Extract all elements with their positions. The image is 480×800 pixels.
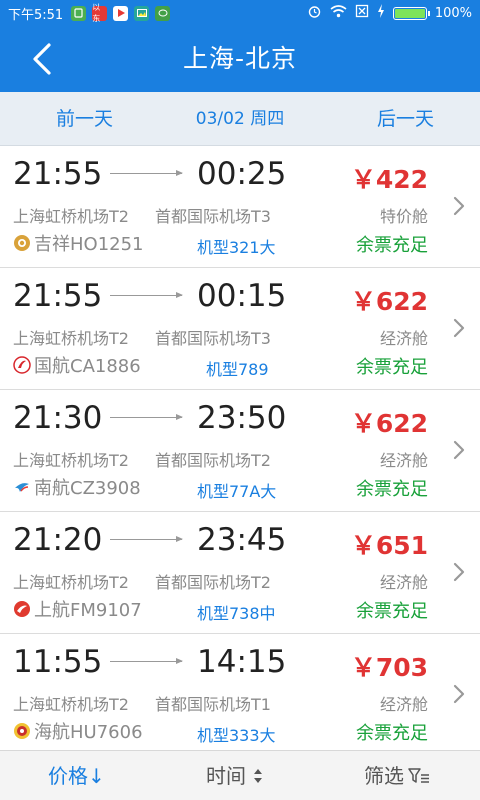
seat-availability: 余票充足 [356, 235, 428, 256]
filter-button[interactable]: 筛选 [364, 751, 430, 800]
charging-icon [377, 4, 385, 22]
page-title: 上海-北京 [182, 44, 298, 73]
seat-availability: 余票充足 [356, 357, 428, 378]
airline: 吉祥HO1251 [13, 230, 144, 256]
arrival-time: 23:45 [197, 522, 287, 558]
gallery-icon [134, 5, 150, 21]
airline-flight-number: 国航CA1886 [34, 356, 141, 377]
ticket-price: ￥622 [350, 287, 428, 316]
chevron-right-icon [453, 684, 465, 704]
flight-row[interactable]: 11:55 14:15 ￥703 上海虹桥机场T2 首都国际机场T1 经济舱 海… [0, 634, 480, 756]
departure-airport: 上海虹桥机场T2 [13, 329, 129, 348]
arrival-airport: 首都国际机场T2 [155, 451, 271, 470]
hainan-airlines-logo [13, 722, 31, 740]
airline-flight-number: 吉祥HO1251 [34, 234, 144, 255]
airline: 南航CZ3908 [13, 474, 141, 500]
cabin-class: 经济舱 [379, 451, 428, 470]
chevron-right-icon [453, 196, 465, 216]
chevron-right-icon [453, 562, 465, 582]
app-badge-icon: 以东 [92, 3, 108, 23]
battery-icon [392, 6, 430, 20]
cabin-class: 经济舱 [379, 695, 428, 714]
aircraft-type: 机型321大 [197, 238, 276, 257]
ticket-price: ￥422 [350, 165, 428, 194]
alarm-icon [307, 4, 322, 23]
sort-by-price-label: 价格↓ [48, 764, 105, 788]
arrival-airport: 首都国际机场T3 [155, 207, 271, 226]
cabin-class: 经济舱 [379, 573, 428, 592]
route-arrow-icon [110, 536, 183, 542]
bottom-bar: 价格↓ 时间 筛选 [0, 750, 480, 800]
cabin-class: 经济舱 [379, 329, 428, 348]
seat-availability: 余票充足 [356, 601, 428, 622]
flight-row[interactable]: 21:20 23:45 ￥651 上海虹桥机场T2 首都国际机场T2 经济舱 上… [0, 512, 480, 634]
arrival-airport: 首都国际机场T1 [155, 695, 271, 714]
filter-icon [408, 768, 429, 783]
departure-time: 21:55 [13, 278, 103, 314]
airline-flight-number: 上航FM9107 [34, 600, 142, 621]
status-bar: 下午5:51 以东 100% [0, 0, 480, 26]
seat-availability: 余票充足 [356, 479, 428, 500]
sort-by-time-button[interactable]: 时间 [206, 751, 264, 800]
route-arrow-icon [110, 658, 183, 664]
flight-row[interactable]: 21:55 00:15 ￥622 上海虹桥机场T2 首都国际机场T3 经济舱 国… [0, 268, 480, 390]
ticket-price: ￥651 [350, 531, 428, 560]
departure-airport: 上海虹桥机场T2 [13, 573, 129, 592]
departure-time: 11:55 [13, 644, 103, 680]
ticket-price: ￥622 [350, 409, 428, 438]
chevron-right-icon [453, 318, 465, 338]
departure-time: 21:55 [13, 156, 103, 192]
airline: 上航FM9107 [13, 596, 142, 622]
airline-flight-number: 海航HU7606 [34, 722, 143, 743]
airline: 国航CA1886 [13, 352, 141, 378]
arrival-time: 14:15 [197, 644, 287, 680]
flight-row[interactable]: 21:30 23:50 ￥622 上海虹桥机场T2 首都国际机场T2 经济舱 南… [0, 390, 480, 512]
wifi-icon [330, 4, 347, 22]
cabin-class: 特价舱 [379, 207, 428, 226]
airline: 海航HU7606 [13, 718, 143, 744]
arrival-airport: 首都国际机场T3 [155, 329, 271, 348]
play-store-icon [113, 5, 129, 21]
sort-by-price-button[interactable]: 价格↓ [48, 751, 105, 800]
china-southern-logo [13, 478, 31, 496]
notification-icon [71, 5, 87, 21]
aircraft-type: 机型789 [206, 360, 269, 379]
flight-row[interactable]: 21:55 00:25 ￥422 上海虹桥机场T2 首都国际机场T3 特价舱 吉… [0, 146, 480, 268]
chevron-right-icon [453, 440, 465, 460]
route-arrow-icon [110, 292, 183, 298]
ticket-price: ￥703 [350, 653, 428, 682]
filter-label: 筛选 [364, 764, 404, 788]
sort-arrows-icon [254, 769, 262, 783]
next-day-button[interactable]: 后一天 [377, 92, 434, 146]
juneyao-logo [13, 234, 31, 252]
arrival-time: 00:15 [197, 278, 287, 314]
departure-time: 21:30 [13, 400, 103, 436]
wechat-icon [155, 5, 171, 21]
air-china-logo [13, 356, 31, 374]
aircraft-type: 机型333大 [197, 726, 276, 745]
date-bar: 前一天 03/02 周四 后一天 [0, 92, 480, 146]
aircraft-type: 机型738中 [197, 604, 276, 623]
flight-list: 21:55 00:25 ￥422 上海虹桥机场T2 首都国际机场T3 特价舱 吉… [0, 146, 480, 756]
sort-by-time-label: 时间 [206, 764, 246, 788]
route-arrow-icon [110, 414, 183, 420]
aircraft-type: 机型77A大 [197, 482, 277, 501]
departure-airport: 上海虹桥机场T2 [13, 695, 129, 714]
departure-time: 21:20 [13, 522, 103, 558]
route-arrow-icon [110, 170, 183, 176]
departure-airport: 上海虹桥机场T2 [13, 207, 129, 226]
status-time: 下午5:51 [8, 7, 64, 23]
arrival-time: 00:25 [197, 156, 287, 192]
shanghai-airlines-logo [13, 600, 31, 618]
airline-flight-number: 南航CZ3908 [34, 478, 141, 499]
app-badge-text: 以东 [92, 3, 101, 23]
arrival-time: 23:50 [197, 400, 287, 436]
header: 上海-北京 [0, 26, 480, 92]
seat-availability: 余票充足 [356, 723, 428, 744]
no-sim-icon [355, 4, 369, 22]
arrival-airport: 首都国际机场T2 [155, 573, 271, 592]
departure-airport: 上海虹桥机场T2 [13, 451, 129, 470]
battery-percent: 100% [434, 5, 472, 21]
